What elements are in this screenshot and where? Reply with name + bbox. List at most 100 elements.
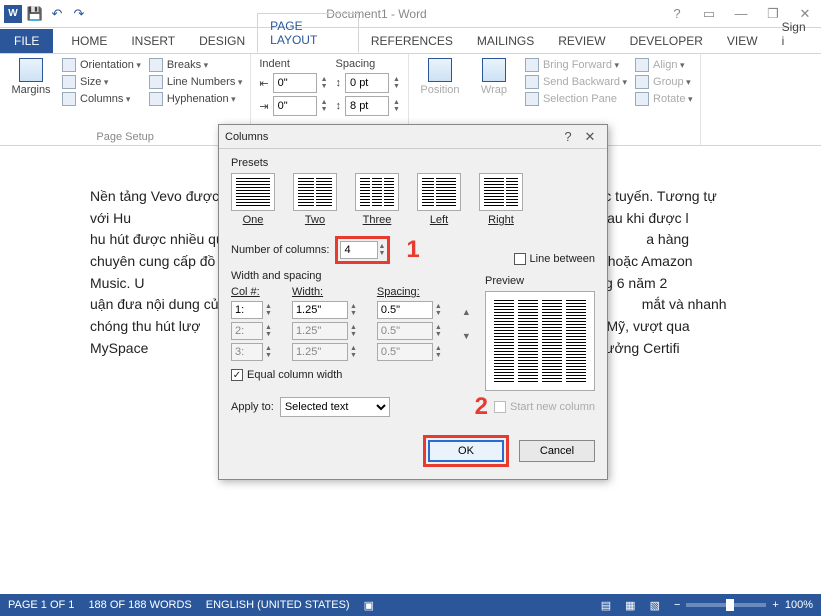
line-between-checkbox[interactable]: Line between bbox=[514, 253, 595, 265]
preset-two[interactable]: Two bbox=[293, 173, 337, 226]
tab-mailings[interactable]: MAILINGS bbox=[465, 29, 546, 53]
save-icon[interactable]: 💾 bbox=[26, 5, 44, 23]
indent-left-icon: ⇤ bbox=[259, 77, 268, 90]
spacing-after[interactable]: ↕▲▼ bbox=[336, 96, 400, 116]
view-web-icon[interactable]: ▧ bbox=[650, 599, 660, 612]
tab-file[interactable]: FILE bbox=[0, 29, 53, 53]
word-icon: W bbox=[4, 5, 22, 23]
indent-right-input[interactable] bbox=[273, 96, 317, 116]
indent-left[interactable]: ⇤▲▼ bbox=[259, 73, 327, 93]
zoom-controls[interactable]: − + 100% bbox=[674, 599, 813, 611]
columns-icon bbox=[62, 92, 76, 106]
ok-button[interactable]: OK bbox=[428, 440, 504, 462]
redo-icon[interactable]: ↷ bbox=[70, 5, 88, 23]
align-button: Align bbox=[635, 58, 692, 72]
spacing-header: Spacing: bbox=[377, 286, 442, 298]
dialog-close-icon[interactable]: ✕ bbox=[579, 129, 601, 145]
orientation-button[interactable]: Orientation bbox=[62, 58, 141, 72]
ws-scroll-arrows[interactable]: ▲▼ bbox=[462, 286, 471, 361]
num-columns-input[interactable] bbox=[340, 241, 378, 259]
ok-highlight: OK bbox=[423, 435, 509, 467]
view-print-icon[interactable]: ▦ bbox=[625, 599, 635, 612]
help-icon[interactable]: ? bbox=[665, 6, 689, 22]
preset-three[interactable]: Three bbox=[355, 173, 399, 226]
ribbon-display-icon[interactable]: ▭ bbox=[697, 6, 721, 22]
dialog-help-icon[interactable]: ? bbox=[557, 129, 579, 144]
spacing-3 bbox=[377, 343, 433, 361]
annotation-1: 1 bbox=[406, 236, 419, 264]
group-icon bbox=[635, 75, 649, 89]
zoom-slider[interactable] bbox=[686, 603, 766, 607]
cancel-button[interactable]: Cancel bbox=[519, 440, 595, 462]
breaks-icon bbox=[149, 58, 163, 72]
status-page[interactable]: PAGE 1 OF 1 bbox=[8, 599, 74, 611]
zoom-out-icon[interactable]: − bbox=[674, 599, 680, 611]
checkbox-icon: ✓ bbox=[231, 369, 243, 381]
hyphenation-button[interactable]: Hyphenation bbox=[149, 92, 243, 106]
dialog-buttons: OK Cancel bbox=[231, 435, 595, 467]
align-icon bbox=[635, 58, 649, 72]
tab-review[interactable]: REVIEW bbox=[546, 29, 617, 53]
margins-icon bbox=[19, 58, 43, 82]
sign-in[interactable]: Sign i bbox=[770, 15, 821, 53]
width-2 bbox=[292, 322, 348, 340]
spacing-label: Spacing bbox=[336, 58, 400, 70]
wrap-icon bbox=[482, 58, 506, 82]
preview-thumbnail bbox=[485, 291, 595, 391]
tab-developer[interactable]: DEVELOPER bbox=[618, 29, 715, 53]
col-1[interactable] bbox=[231, 301, 263, 319]
col-header: Col #: bbox=[231, 286, 272, 298]
title-bar: W 💾 ↶ ↷ Document1 - Word ? ▭ — ❐ ✕ bbox=[0, 0, 821, 28]
annotation-2: 2 bbox=[475, 393, 488, 421]
zoom-value[interactable]: 100% bbox=[785, 599, 813, 611]
margins-button[interactable]: Margins bbox=[8, 58, 54, 129]
status-words[interactable]: 188 OF 188 WORDS bbox=[88, 599, 191, 611]
selection-pane-button: Selection Pane bbox=[525, 92, 627, 106]
macro-icon[interactable]: ▣ bbox=[364, 599, 374, 612]
page-setup-label: Page Setup bbox=[8, 129, 242, 143]
columns-button[interactable]: Columns bbox=[62, 92, 141, 106]
breaks-button[interactable]: Breaks bbox=[149, 58, 243, 72]
minimize-icon[interactable]: — bbox=[729, 6, 753, 22]
view-read-icon[interactable]: ▤ bbox=[601, 599, 611, 612]
send-backward-button: Send Backward bbox=[525, 75, 627, 89]
line-numbers-icon bbox=[149, 75, 163, 89]
tab-home[interactable]: HOME bbox=[59, 29, 119, 53]
indent-right-icon: ⇥ bbox=[259, 100, 268, 113]
indent-left-input[interactable] bbox=[273, 73, 317, 93]
tab-page-layout[interactable]: PAGE LAYOUT bbox=[257, 13, 359, 53]
tab-design[interactable]: DESIGN bbox=[187, 29, 257, 53]
presets-row: One Two Three Left Right bbox=[231, 173, 595, 226]
preset-one[interactable]: One bbox=[231, 173, 275, 226]
columns-dialog: Columns ? ✕ Presets One Two Three Left R… bbox=[218, 124, 608, 480]
checkbox-icon bbox=[494, 401, 506, 413]
size-button[interactable]: Size bbox=[62, 75, 141, 89]
spacing-1[interactable] bbox=[377, 301, 433, 319]
size-icon bbox=[62, 75, 76, 89]
num-columns-spinner[interactable]: ▲▼ bbox=[378, 243, 385, 257]
width-3 bbox=[292, 343, 348, 361]
zoom-in-icon[interactable]: + bbox=[772, 599, 778, 611]
col-2 bbox=[231, 322, 263, 340]
preset-right[interactable]: Right bbox=[479, 173, 523, 226]
spacing-after-input[interactable] bbox=[345, 96, 389, 116]
tab-references[interactable]: REFERENCES bbox=[359, 29, 465, 53]
quick-access-toolbar: W 💾 ↶ ↷ bbox=[4, 5, 88, 23]
spacing-before-input[interactable] bbox=[345, 73, 389, 93]
margins-label: Margins bbox=[11, 84, 50, 96]
rotate-icon bbox=[635, 92, 649, 106]
status-language[interactable]: ENGLISH (UNITED STATES) bbox=[206, 599, 350, 611]
indent-right[interactable]: ⇥▲▼ bbox=[259, 96, 327, 116]
spacing-before[interactable]: ↕▲▼ bbox=[336, 73, 400, 93]
apply-to-select[interactable]: Selected text bbox=[280, 397, 390, 417]
checkbox-icon bbox=[514, 253, 526, 265]
preset-left[interactable]: Left bbox=[417, 173, 461, 226]
dialog-titlebar[interactable]: Columns ? ✕ bbox=[219, 125, 607, 149]
position-button: Position bbox=[417, 58, 463, 129]
line-numbers-button[interactable]: Line Numbers bbox=[149, 75, 243, 89]
width-1[interactable] bbox=[292, 301, 348, 319]
undo-icon[interactable]: ↶ bbox=[48, 5, 66, 23]
num-columns-label: Number of columns: bbox=[231, 244, 329, 256]
tab-insert[interactable]: INSERT bbox=[119, 29, 187, 53]
tab-view[interactable]: VIEW bbox=[715, 29, 770, 53]
